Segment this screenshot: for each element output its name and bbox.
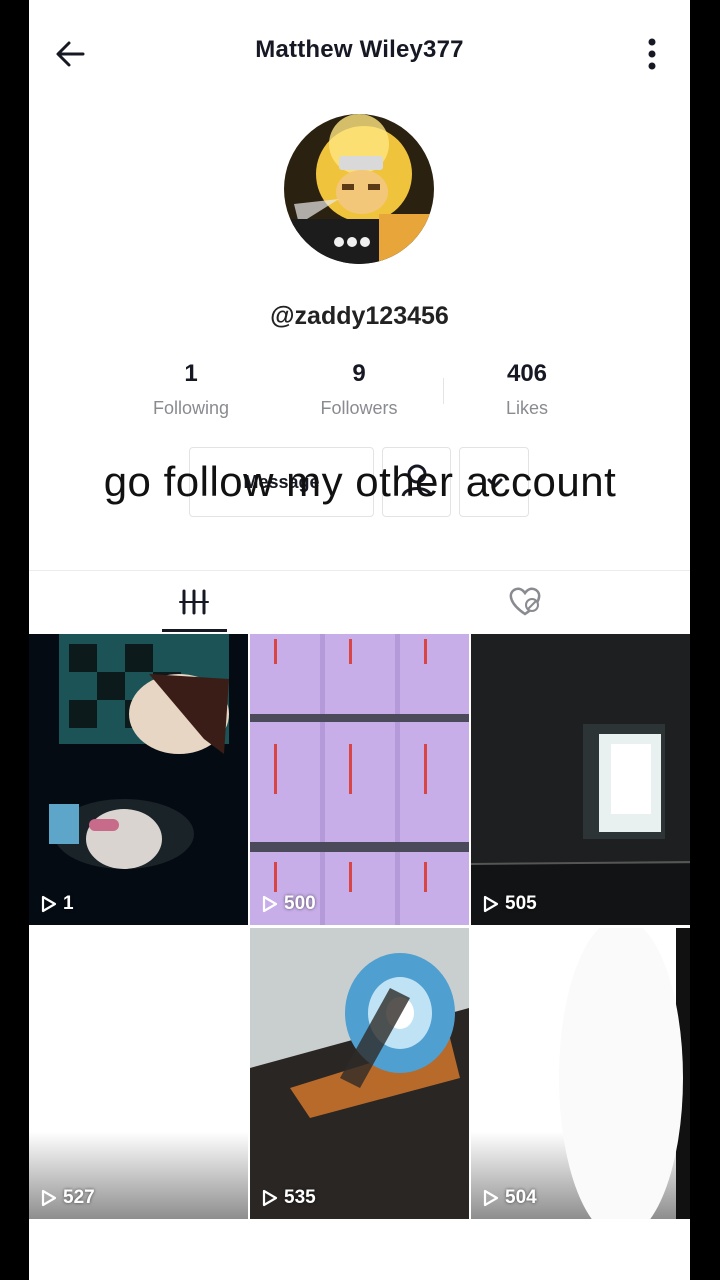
view-count: 527 [41,1187,95,1209]
followers-label: Followers [320,398,398,418]
play-icon [483,895,499,913]
avatar[interactable] [284,114,434,264]
view-count-label: 527 [63,1187,95,1208]
more-options-button[interactable] [640,34,664,74]
stat-likes: 406 Likes [447,360,607,419]
likes-label: Likes [505,398,549,418]
view-count: 500 [262,893,316,915]
overlay-caption: go follow my other account [103,458,617,505]
followers-count: 9 [352,360,366,387]
video-tile-4[interactable]: 527 [29,928,248,1219]
stat-followers[interactable]: 9 Followers [279,360,439,419]
play-icon [41,1189,57,1207]
active-tab-indicator [162,629,227,632]
play-icon [262,895,278,913]
video-tile-3[interactable]: 505 [471,634,690,925]
play-icon [41,895,57,913]
likes-count: 406 [506,360,548,387]
view-count-label: 1 [63,893,74,914]
view-count-label: 500 [284,893,316,914]
stat-following[interactable]: 1 Following [111,360,271,419]
stat-divider [443,378,444,404]
video-tile-2[interactable]: 500 [250,634,469,925]
view-count: 535 [262,1187,316,1209]
view-count: 1 [41,893,74,915]
tab-liked[interactable] [360,576,690,632]
view-count-label: 505 [505,893,537,914]
video-tile-6[interactable]: 504 [471,928,690,1219]
page-title: Matthew Wiley377 [255,36,464,63]
tab-separator [29,570,690,571]
view-count-label: 504 [505,1187,537,1208]
username: @zaddy123456 [270,302,449,330]
play-icon [483,1189,499,1207]
play-icon [262,1189,278,1207]
view-count: 504 [483,1187,537,1209]
grid-icon [179,589,209,615]
video-tile-5[interactable]: 535 [250,928,469,1219]
tab-videos[interactable] [29,576,359,632]
view-count-label: 535 [284,1187,316,1208]
video-tile-1[interactable]: 1 [29,634,248,925]
top-bar: Matthew Wiley377 [29,0,690,104]
liked-heart-icon [509,587,541,616]
following-label: Following [152,398,230,418]
profile-screen: Matthew Wiley377 @zaddy123456 1 Followin… [29,0,690,1280]
view-count: 505 [483,893,537,915]
vertical-dots-icon [648,38,656,70]
following-count: 1 [184,360,198,387]
